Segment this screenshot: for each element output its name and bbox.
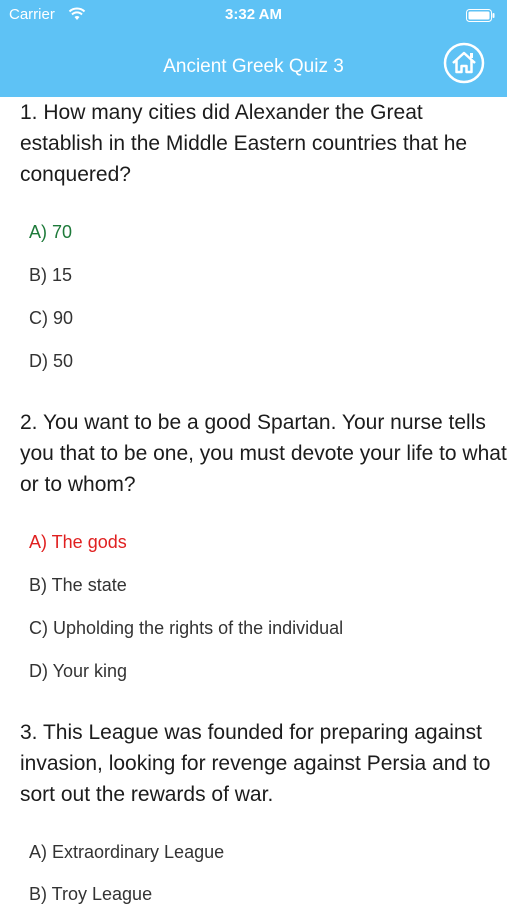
home-button[interactable] [443, 42, 485, 84]
q1-option-d[interactable]: D) 50 [29, 351, 73, 372]
q1-option-a[interactable]: A) 70 [29, 222, 72, 243]
q1-option-b[interactable]: B) 15 [29, 265, 72, 286]
page-title: Ancient Greek Quiz 3 [163, 56, 344, 77]
status-time: 3:32 AM [225, 6, 282, 23]
home-icon [443, 42, 485, 84]
q2-option-a[interactable]: A) The gods [29, 532, 127, 553]
question-1-text: 1. How many cities did Alexander the Gre… [20, 101, 468, 186]
q2-option-c[interactable]: C) Upholding the rights of the individua… [29, 618, 343, 639]
q2-option-d[interactable]: D) Your king [29, 661, 127, 682]
q2-option-b[interactable]: B) The state [29, 575, 127, 596]
q1-option-c[interactable]: C) 90 [29, 308, 73, 329]
question-2-text: 2. You want to be a good Spartan. Your n… [20, 411, 507, 496]
question-3-text: 3. This League was founded for preparing… [20, 721, 491, 806]
q3-option-a[interactable]: A) Extraordinary League [29, 842, 224, 863]
battery-icon [466, 9, 496, 28]
nav-bar: Carrier 3:32 AM Ancient Greek Quiz 3 [0, 0, 507, 97]
q3-option-b[interactable]: B) Troy League [29, 884, 152, 905]
status-bar: Carrier 3:32 AM [0, 0, 507, 30]
